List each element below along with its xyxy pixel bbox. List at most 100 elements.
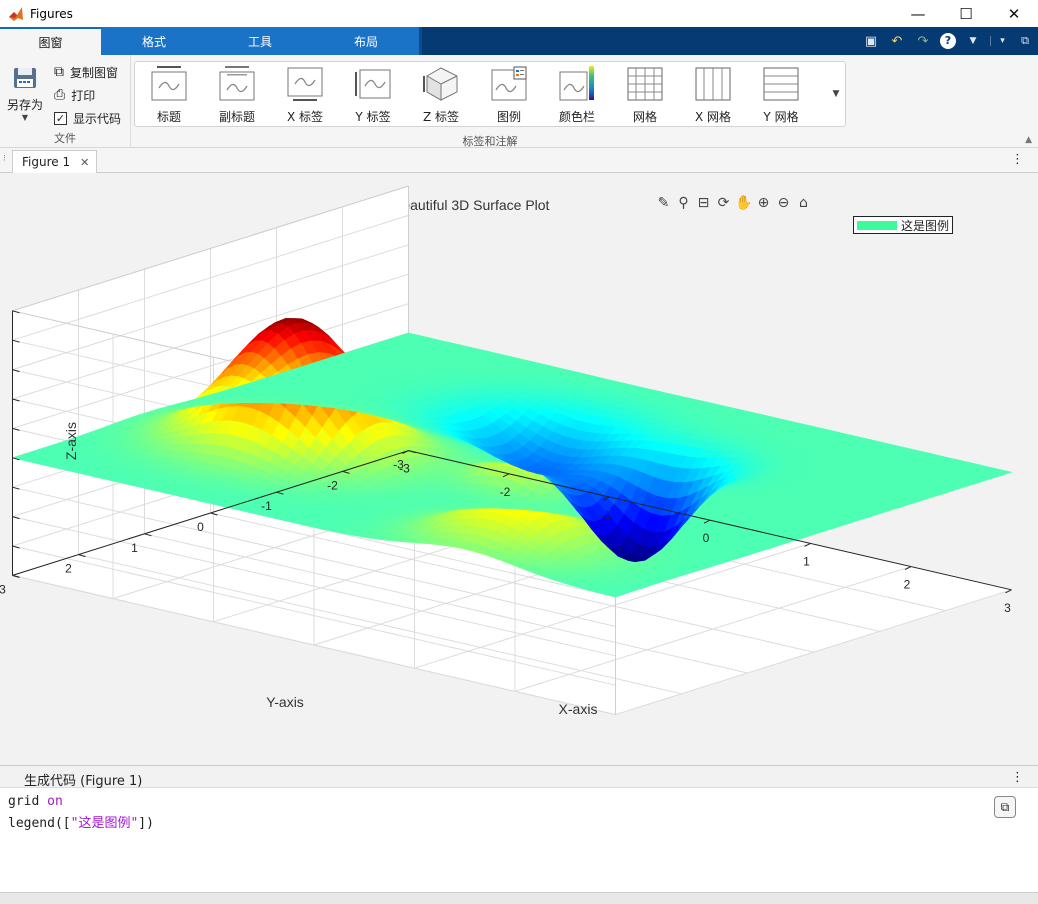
print-button[interactable]: ⎙ 打印	[54, 86, 95, 104]
x-tick-label: 2	[904, 578, 911, 592]
code-token: on	[47, 794, 63, 809]
subtitle-button[interactable]: 副标题	[203, 62, 271, 125]
subtitle-label: 副标题	[218, 110, 255, 124]
checkbox-checked-icon: ✓	[54, 111, 67, 125]
code-token: grid	[8, 794, 48, 809]
help-dropdown-icon[interactable]: ▼	[964, 36, 982, 46]
y-grid-icon	[763, 67, 799, 101]
show-code-checkbox[interactable]: ✓ 显示代码	[54, 109, 121, 127]
figure-tab-label: Figure 1	[22, 155, 71, 169]
help-icon[interactable]: ?	[940, 33, 956, 49]
save-as-button[interactable]: 另存为 ▼	[6, 65, 44, 122]
gallery-expand-button[interactable]: ▼	[826, 61, 846, 127]
quick-access-toolbar: ▣ ↶ ↷ ? ▼ ▾ ⧉	[422, 27, 1038, 55]
xlabel-label: X 标签	[286, 110, 324, 124]
matlab-logo-icon	[9, 6, 23, 21]
show-code-label: 显示代码	[73, 111, 122, 126]
title-label: 标题	[156, 110, 181, 124]
x-grid-icon	[695, 67, 731, 101]
colorbar-label: 颜色栏	[558, 110, 595, 124]
y-axis-label: Y-axis	[266, 694, 304, 710]
printer-icon: ⎙	[54, 87, 66, 103]
grid-icon	[627, 67, 663, 101]
z-axis-label: Z-axis	[63, 422, 79, 460]
legend-button[interactable]: 图例	[475, 62, 543, 125]
tab-layout[interactable]: 布局	[313, 27, 419, 55]
title-button[interactable]: 标题	[135, 62, 203, 125]
copy-icon: ⧉	[54, 64, 64, 80]
ygrid-button[interactable]: Y 网格	[747, 62, 815, 125]
legend-label: 图例	[496, 110, 521, 124]
copy-figure-button[interactable]: ⧉ 复制图窗	[54, 63, 118, 81]
y-tick-label: -2	[327, 478, 338, 492]
figure-tab-row: ⁝ Figure 1 ✕ ⋮	[0, 148, 1038, 173]
subtitle-icon	[219, 66, 255, 101]
minimize-button[interactable]: —	[894, 0, 942, 27]
file-section: 另存为 ▼ ⧉ 复制图窗 ⎙ 打印 ✓ 显示代码 文件	[0, 55, 131, 148]
grid-label: 网格	[632, 110, 657, 124]
tab-figure[interactable]: 图窗	[0, 27, 101, 55]
more-options-icon[interactable]: ⋮	[1011, 152, 1024, 167]
xgrid-button[interactable]: X 网格	[679, 62, 747, 125]
chevron-down-icon: ▼	[832, 89, 840, 99]
x-axis-label: X-axis	[559, 701, 598, 717]
y-tick-label: -3	[393, 458, 404, 472]
x-tick-label: -1	[600, 508, 611, 522]
y-label-icon	[355, 69, 391, 99]
more-options-icon[interactable]: ⋮	[1011, 770, 1024, 785]
copy-code-button[interactable]: ⧉	[994, 796, 1016, 818]
title-bar: Figures — ☐ ✕	[0, 0, 1038, 27]
title-icon	[151, 66, 187, 101]
tab-tools[interactable]: 工具	[207, 27, 313, 55]
copy-icon: ⧉	[1000, 800, 1010, 814]
figure-canvas: A Beautiful 3D Surface Plot ✎ ⚲ ⊟ ⟳ ✋ ⊕ …	[0, 173, 1038, 765]
grid-button[interactable]: 网格	[611, 62, 679, 125]
surface-plot[interactable]: -3-2-10123-3-2-10123-8-6-4-20246810 X-ax…	[0, 173, 1038, 765]
code-line-2: legend(["这是图例"])	[8, 812, 1030, 831]
zlabel-label: Z 标签	[422, 110, 460, 124]
print-label: 打印	[71, 88, 96, 103]
save-as-icon	[14, 68, 36, 88]
tab-format[interactable]: 格式	[101, 27, 207, 55]
z-label-icon	[423, 67, 458, 101]
close-icon[interactable]: ✕	[80, 156, 89, 169]
save-icon[interactable]: ▣	[862, 34, 880, 49]
generated-code-header: 生成代码 (Figure 1) ⋮	[0, 765, 1038, 789]
x-tick-label: 3	[1004, 601, 1011, 615]
x-tick-label: 1	[803, 554, 810, 568]
y-tick-label: 1	[131, 541, 138, 555]
redo-icon[interactable]: ↷	[914, 34, 932, 49]
file-section-caption: 文件	[54, 132, 76, 145]
maximize-button[interactable]: ☐	[942, 0, 990, 27]
close-button[interactable]: ✕	[990, 0, 1038, 27]
collapse-ribbon-icon[interactable]: ▲	[1025, 135, 1032, 145]
labels-gallery: 标题 副标题 X 标签 Y 标签 Z 标签 图例 颜色栏 网格 X 网格 Y 网…	[134, 61, 846, 127]
status-bar	[0, 892, 1038, 904]
quick-access-menu-icon[interactable]: ▾	[990, 36, 1008, 46]
ribbon-tab-strip: 图窗 格式 工具 布局 ▣ ↶ ↷ ? ▼ ▾ ⧉	[0, 27, 1038, 55]
colorbar-icon	[559, 66, 594, 101]
xlabel-button[interactable]: X 标签	[271, 62, 339, 125]
undo-icon[interactable]: ↶	[888, 34, 906, 49]
y-tick-label: 0	[197, 520, 204, 534]
chevron-down-icon: ▼	[21, 113, 29, 122]
ylabel-button[interactable]: Y 标签	[339, 62, 407, 125]
y-tick-label: 2	[65, 562, 72, 576]
ylabel-label: Y 标签	[355, 110, 391, 124]
colorbar-button[interactable]: 颜色栏	[543, 62, 611, 125]
x-tick-label: 0	[703, 531, 710, 545]
tab-figure-1[interactable]: Figure 1 ✕	[12, 150, 97, 173]
labels-section-caption: 标签和注解	[462, 135, 518, 148]
zlabel-button[interactable]: Z 标签	[407, 62, 475, 125]
save-as-label: 另存为	[6, 98, 43, 112]
undock-icon[interactable]: ⧉	[1016, 34, 1034, 48]
y-tick-label: -1	[261, 499, 272, 513]
code-line-1: grid on	[8, 794, 1030, 812]
generated-code-editor[interactable]: grid on legend(["这是图例"]) ⧉	[0, 788, 1038, 892]
code-token: ])	[138, 816, 154, 831]
code-token: legend([	[8, 816, 71, 831]
legend-icon	[491, 66, 527, 101]
x-label-icon	[287, 67, 323, 101]
drag-grip-icon[interactable]: ⁝	[3, 154, 6, 164]
window-title: Figures	[30, 6, 73, 21]
